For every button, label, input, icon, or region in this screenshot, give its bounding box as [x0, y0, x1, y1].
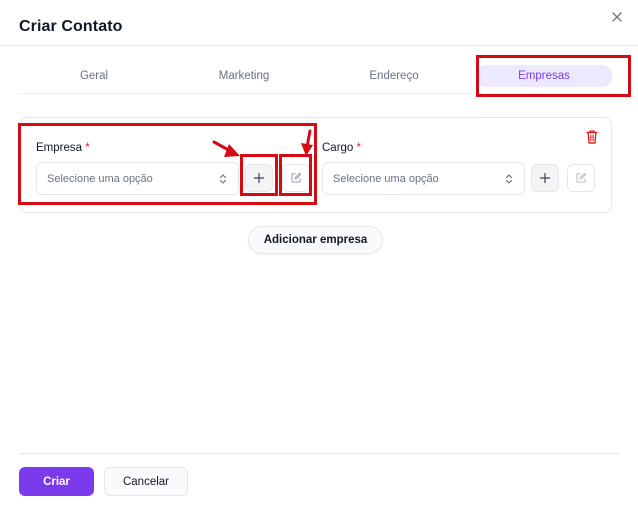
role-select[interactable]: Selecione uma opção — [322, 162, 525, 195]
tab-marketing[interactable]: Marketing — [169, 60, 319, 92]
company-select-placeholder: Selecione uma opção — [47, 172, 153, 185]
tab-empresas[interactable]: Empresas — [469, 64, 619, 88]
edit-role-option-button[interactable] — [567, 164, 595, 192]
role-label-text: Cargo — [322, 142, 354, 154]
edit-icon — [291, 172, 302, 183]
plus-icon — [253, 172, 265, 184]
cancel-button[interactable]: Cancelar — [104, 467, 188, 496]
chevron-up-down-icon — [219, 174, 227, 184]
close-button[interactable] — [607, 7, 627, 27]
header-divider — [0, 45, 638, 46]
modal-title: Criar Contato — [19, 18, 123, 35]
add-company-button[interactable]: Adicionar empresa — [248, 226, 383, 254]
company-select[interactable]: Selecione uma opção — [36, 162, 239, 195]
close-icon — [612, 12, 622, 22]
trash-icon[interactable] — [585, 129, 599, 145]
plus-icon — [539, 172, 551, 184]
add-company-option-button[interactable] — [245, 164, 273, 192]
tab-endereco[interactable]: Endereço — [319, 60, 469, 92]
company-label-text: Empresa — [36, 142, 83, 154]
required-mark: * — [85, 142, 90, 154]
tab-geral[interactable]: Geral — [19, 60, 169, 92]
edit-icon — [576, 172, 587, 183]
role-select-placeholder: Selecione uma opção — [333, 172, 439, 185]
add-role-option-button[interactable] — [531, 164, 559, 192]
company-label: Empresa * — [36, 142, 90, 154]
tab-bar: Geral Marketing Endereço Empresas — [19, 60, 619, 92]
tab-empresas-label: Empresas — [476, 65, 612, 87]
footer-divider — [19, 453, 619, 454]
chevron-up-down-icon — [505, 174, 513, 184]
role-label: Cargo * — [322, 142, 361, 154]
tabs-divider — [19, 93, 619, 94]
create-button[interactable]: Criar — [19, 467, 94, 496]
required-mark: * — [356, 142, 362, 154]
edit-company-option-button[interactable] — [282, 164, 310, 192]
create-contact-modal: Criar Contato Geral Marketing Endereço E… — [0, 0, 638, 509]
